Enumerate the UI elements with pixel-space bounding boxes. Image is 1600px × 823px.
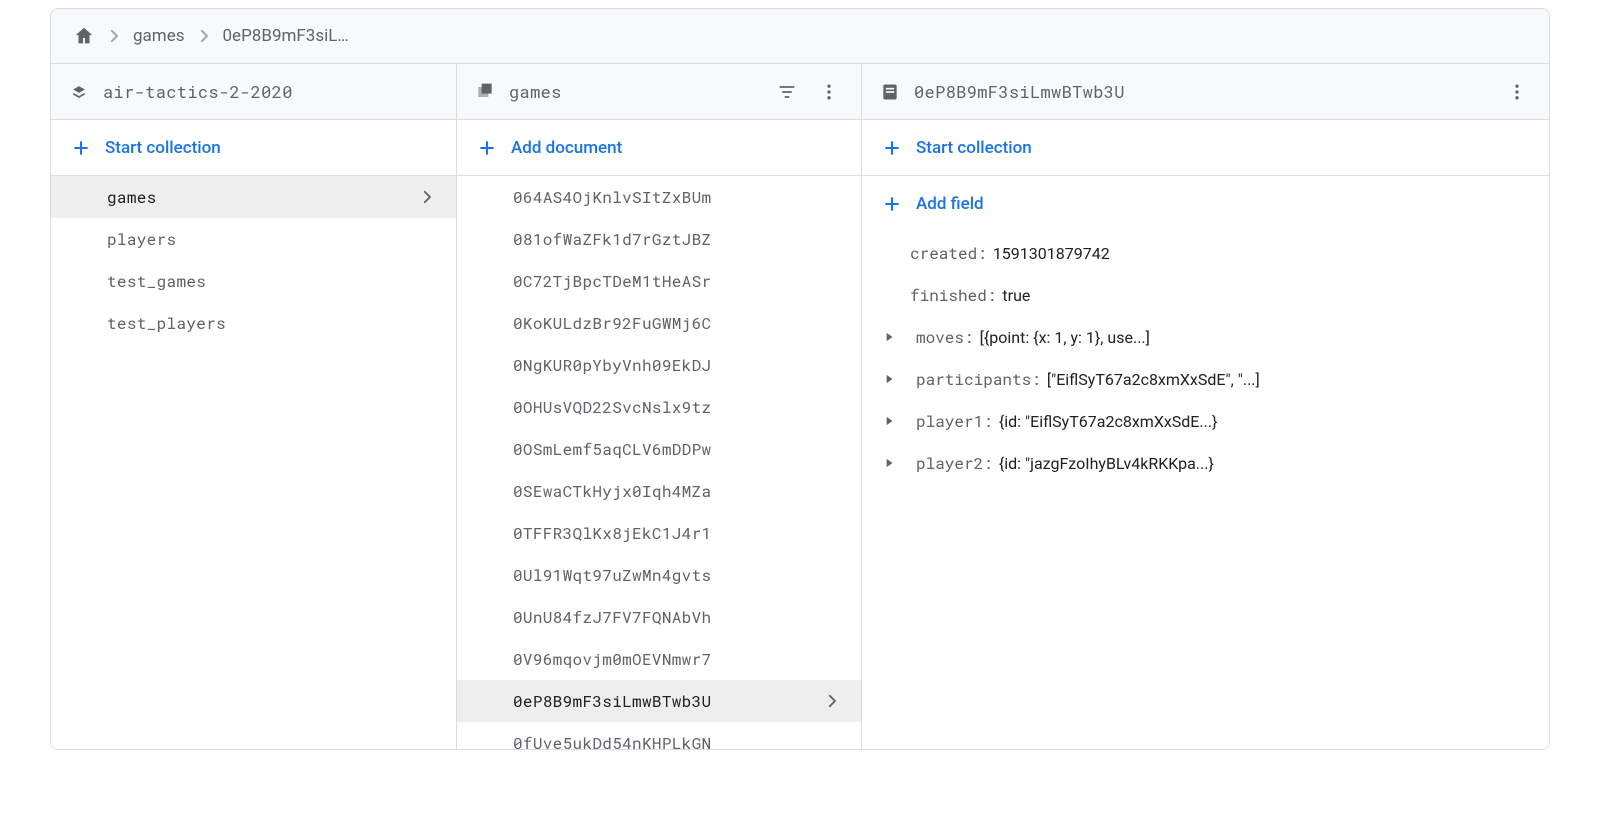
column-root: air-tactics-2-2020 Start collection game…	[51, 64, 456, 749]
breadcrumb-link[interactable]: 0eP8B9mF3siL…	[223, 26, 349, 46]
document-id: 0fUve5ukDd54nKHPLkGN	[513, 733, 711, 750]
document-id: 0TFFR3QlKx8jEkC1J4r1	[513, 523, 711, 544]
document-id: 0SEwaCTkHyjx0Iqh4MZa	[513, 481, 711, 502]
more-vert-icon[interactable]	[815, 78, 843, 106]
document-id: 081ofWaZFk1d7rGztJBZ	[513, 229, 711, 250]
field-key: created:	[910, 243, 987, 264]
plus-icon	[71, 138, 91, 158]
breadcrumb-link[interactable]: games	[133, 26, 185, 46]
fields-list: created: 1591301879742finished: truemove…	[862, 232, 1549, 749]
field-row[interactable]: participants: ["EiflSyT67a2c8xmXxSdE", "…	[862, 358, 1549, 400]
document-id: 0C72TjBpcTDeM1tHeASr	[513, 271, 711, 292]
document-id: 064AS4OjKnlvSItZxBUm	[513, 187, 711, 208]
field-key: player2:	[916, 453, 993, 474]
field-row[interactable]: player1: {id: "EiflSyT67a2c8xmXxSdE...}	[862, 400, 1549, 442]
document-item[interactable]: 064AS4OjKnlvSItZxBUm	[457, 176, 861, 218]
add-field-button[interactable]: Add field	[862, 176, 1549, 232]
collection-item[interactable]: test_players	[51, 302, 456, 344]
home-icon[interactable]	[73, 25, 95, 47]
doc-title: 0eP8B9mF3siLmwBTwb3U	[914, 80, 1489, 103]
start-collection-button[interactable]: Start collection	[51, 120, 456, 176]
document-item[interactable]: 0eP8B9mF3siLmwBTwb3U	[457, 680, 861, 722]
chevron-right-icon	[105, 27, 123, 45]
expand-caret-icon	[882, 456, 900, 470]
expand-caret-icon	[882, 372, 900, 386]
document-item[interactable]: 0fUve5ukDd54nKHPLkGN	[457, 722, 861, 749]
plus-icon	[882, 194, 902, 214]
document-item[interactable]: 0OSmLemf5aqCLV6mDDPw	[457, 428, 861, 470]
column-documents: games Add document 064AS4OjKnlvSItZxBUm0…	[456, 64, 861, 749]
breadcrumb: games 0eP8B9mF3siL…	[51, 9, 1549, 64]
collection-item[interactable]: games	[51, 176, 456, 218]
field-key: moves:	[916, 327, 974, 348]
field-key: participants:	[916, 369, 1041, 390]
column-header-doc: 0eP8B9mF3siLmwBTwb3U	[862, 64, 1549, 120]
field-value: {id: "jazgFzoIhyBLv4kRKKpa...}	[999, 454, 1214, 473]
document-item[interactable]: 0Ul91Wqt97uZwMn4gvts	[457, 554, 861, 596]
filter-icon[interactable]	[773, 78, 801, 106]
document-item[interactable]: 081ofWaZFk1d7rGztJBZ	[457, 218, 861, 260]
document-item[interactable]: 0OHUsVQD22SvcNslx9tz	[457, 386, 861, 428]
root-title: air-tactics-2-2020	[103, 80, 438, 103]
expand-caret-icon	[882, 330, 900, 344]
chevron-right-icon	[418, 188, 436, 206]
expand-caret-icon	[882, 414, 900, 428]
field-row: finished: true	[862, 274, 1549, 316]
field-value: true	[1002, 286, 1030, 305]
firestore-data-panel: games 0eP8B9mF3siL… air-tactics-2-2020 S…	[50, 8, 1550, 750]
docs-title: games	[509, 80, 759, 103]
field-row: created: 1591301879742	[862, 232, 1549, 274]
document-id: 0Ul91Wqt97uZwMn4gvts	[513, 565, 711, 586]
document-id: 0eP8B9mF3siLmwBTwb3U	[513, 691, 711, 712]
document-item[interactable]: 0KoKULdzBr92FuGWMj6C	[457, 302, 861, 344]
document-id: 0UnU84fzJ7FV7FQNAbVh	[513, 607, 711, 628]
chevron-right-icon	[823, 692, 841, 710]
doc-start-collection-button[interactable]: Start collection	[862, 120, 1549, 176]
document-item[interactable]: 0C72TjBpcTDeM1tHeASr	[457, 260, 861, 302]
chevron-right-icon	[195, 27, 213, 45]
document-icon	[880, 82, 900, 102]
plus-icon	[882, 138, 902, 158]
document-item[interactable]: 0V96mqovjm0mOEVNmwr7	[457, 638, 861, 680]
collection-name: games	[107, 187, 157, 208]
doc-start-collection-label: Start collection	[916, 138, 1032, 158]
document-item[interactable]: 0NgKUR0pYbyVnh09EkDJ	[457, 344, 861, 386]
document-item[interactable]: 0SEwaCTkHyjx0Iqh4MZa	[457, 470, 861, 512]
field-value: [{point: {x: 1, y: 1}, use...]	[980, 328, 1150, 347]
columns-row: air-tactics-2-2020 Start collection game…	[51, 64, 1549, 749]
collection-name: players	[107, 229, 176, 250]
documents-list: 064AS4OjKnlvSItZxBUm 081ofWaZFk1d7rGztJBZ…	[457, 176, 861, 749]
column-header-docs: games	[457, 64, 861, 120]
field-row[interactable]: player2: {id: "jazgFzoIhyBLv4kRKKpa...}	[862, 442, 1549, 484]
collection-name: test_players	[107, 313, 226, 334]
field-value: {id: "EiflSyT67a2c8xmXxSdE...}	[999, 412, 1218, 431]
field-key: player1:	[916, 411, 993, 432]
database-root-icon	[69, 82, 89, 102]
collection-item[interactable]: players	[51, 218, 456, 260]
add-document-label: Add document	[511, 138, 622, 158]
column-header-root: air-tactics-2-2020	[51, 64, 456, 120]
column-document-detail: 0eP8B9mF3siLmwBTwb3U Start collection Ad…	[861, 64, 1549, 749]
document-id: 0V96mqovjm0mOEVNmwr7	[513, 649, 711, 670]
more-vert-icon[interactable]	[1503, 78, 1531, 106]
document-id: 0KoKULdzBr92FuGWMj6C	[513, 313, 711, 334]
document-item[interactable]: 0TFFR3QlKx8jEkC1J4r1	[457, 512, 861, 554]
collections-list: games players test_games test_players	[51, 176, 456, 749]
start-collection-label: Start collection	[105, 138, 221, 158]
add-document-button[interactable]: Add document	[457, 120, 861, 176]
collection-item[interactable]: test_games	[51, 260, 456, 302]
field-value: ["EiflSyT67a2c8xmXxSdE", "...]	[1047, 370, 1260, 389]
document-id: 0OHUsVQD22SvcNslx9tz	[513, 397, 711, 418]
field-key: finished:	[910, 285, 996, 306]
field-value: 1591301879742	[993, 244, 1110, 263]
collection-name: test_games	[107, 271, 206, 292]
field-row[interactable]: moves: [{point: {x: 1, y: 1}, use...]	[862, 316, 1549, 358]
add-field-label: Add field	[916, 194, 984, 214]
collection-icon	[475, 82, 495, 102]
document-item[interactable]: 0UnU84fzJ7FV7FQNAbVh	[457, 596, 861, 638]
document-id: 0OSmLemf5aqCLV6mDDPw	[513, 439, 711, 460]
plus-icon	[477, 138, 497, 158]
document-id: 0NgKUR0pYbyVnh09EkDJ	[513, 355, 711, 376]
